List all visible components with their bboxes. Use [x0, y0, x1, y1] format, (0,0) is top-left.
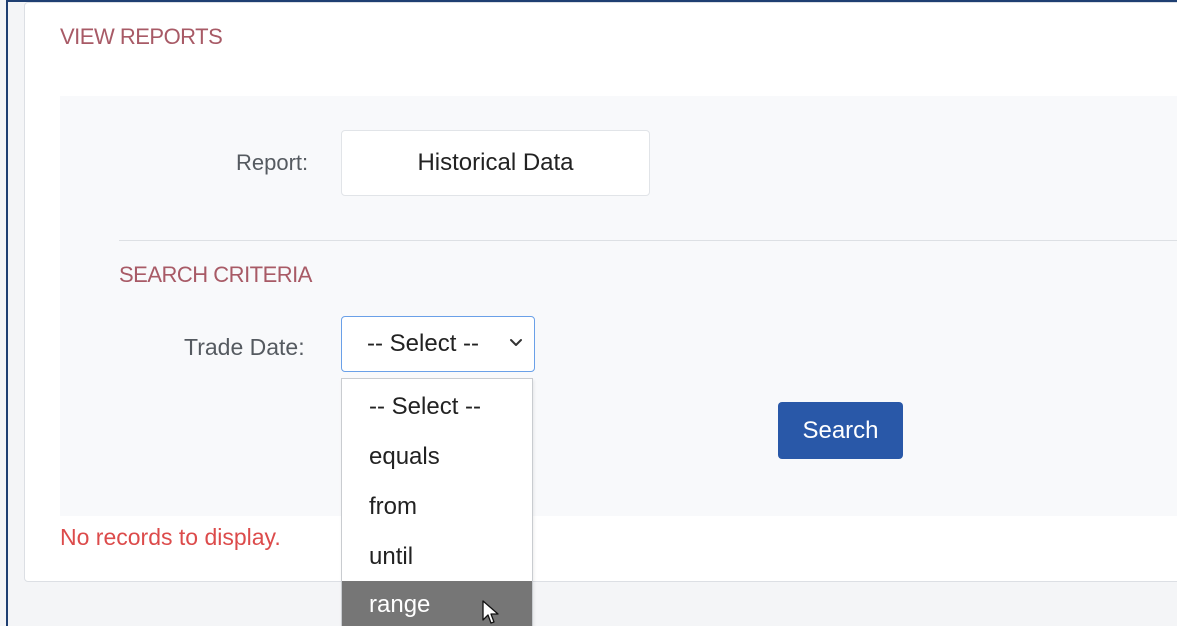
- option-range[interactable]: range: [342, 581, 532, 626]
- trade-date-options-list: -- Select -- equals from until range: [341, 378, 533, 626]
- section-divider: [119, 240, 1177, 241]
- panel-title: VIEW REPORTS: [60, 24, 223, 49]
- window-frame-left: [6, 0, 8, 626]
- page: VIEW REPORTS Report: Historical Data SEA…: [0, 0, 1177, 626]
- report-value-field: Historical Data: [341, 130, 650, 196]
- chevron-down-icon: [510, 339, 522, 346]
- trade-date-select-value: -- Select --: [367, 330, 480, 357]
- no-records-message: No records to display.: [60, 524, 281, 550]
- report-label: Report:: [236, 150, 309, 175]
- option-until[interactable]: until: [342, 533, 532, 581]
- mouse-pointer-icon: [482, 600, 499, 624]
- search-button[interactable]: Search: [778, 402, 903, 459]
- option-from[interactable]: from: [342, 483, 532, 531]
- option-equals[interactable]: equals: [342, 433, 532, 481]
- search-criteria-title: SEARCH CRITERIA: [119, 262, 312, 287]
- trade-date-select[interactable]: -- Select --: [341, 316, 535, 372]
- option-select[interactable]: -- Select --: [342, 383, 532, 431]
- trade-date-label: Trade Date:: [184, 334, 305, 360]
